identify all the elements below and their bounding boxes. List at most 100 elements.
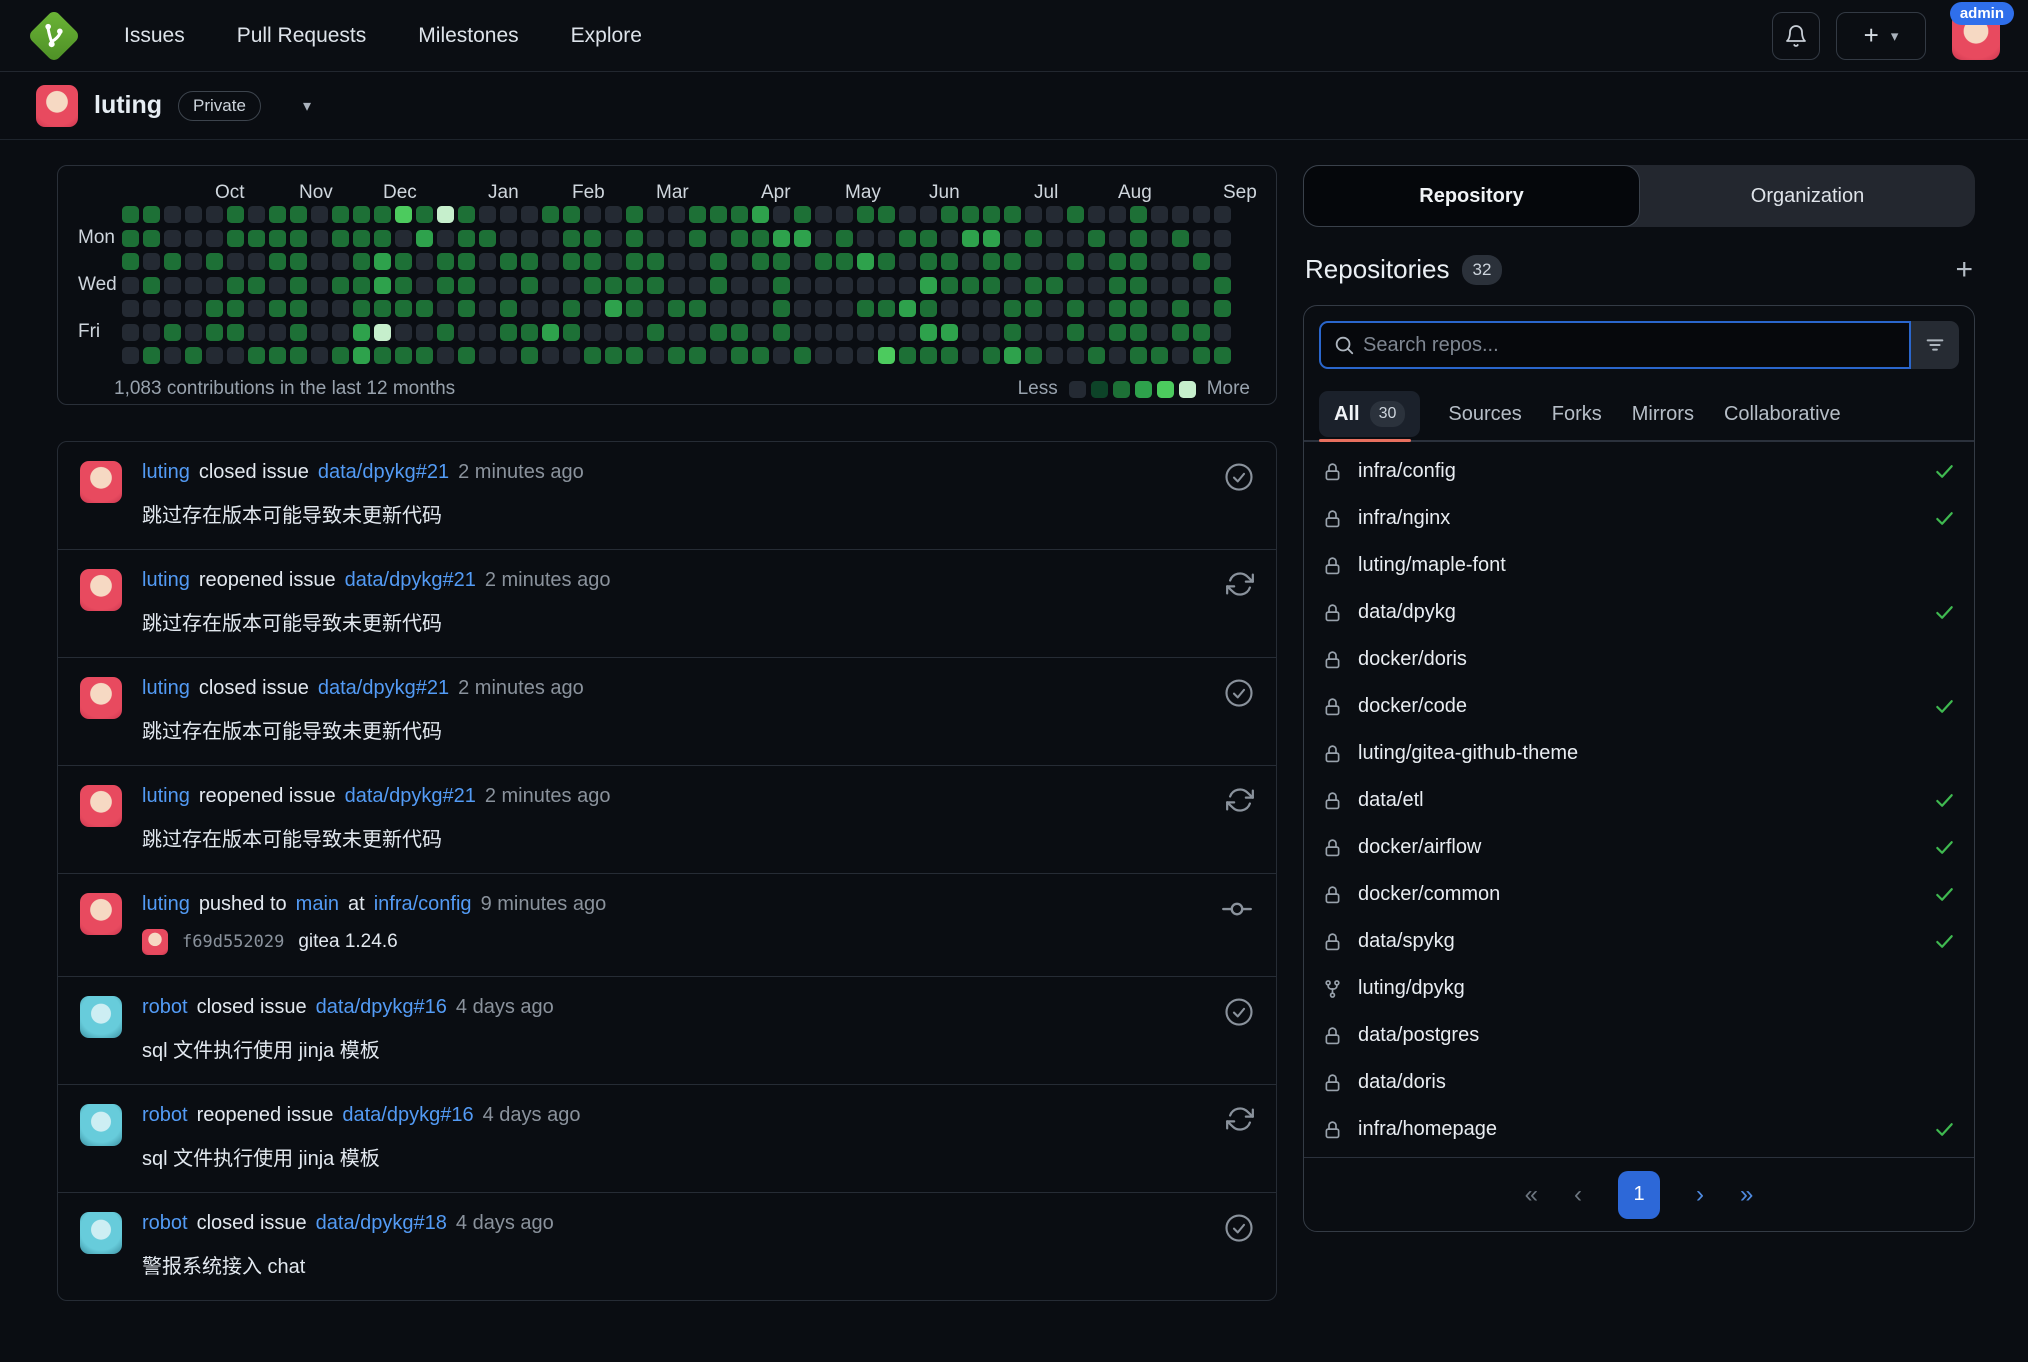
user-link[interactable]: robot [142,1104,188,1127]
target-link[interactable]: data/dpykg#21 [318,461,449,484]
heatmap-cell [374,253,391,270]
feed-entry-body: 跳过存在版本可能导致未更新代码 [142,613,442,635]
nav-link-issues[interactable]: Issues [124,24,185,48]
filter-tab-forks[interactable]: Forks [1550,393,1604,436]
issue-reopened-icon [1226,1105,1254,1139]
heatmap-cell [584,300,601,317]
target-link[interactable]: data/dpykg#21 [345,569,476,592]
target-link[interactable]: data/dpykg#21 [345,785,476,808]
target-link[interactable]: data/dpykg#16 [316,996,447,1019]
avatar[interactable] [80,1212,122,1254]
heatmap-cell [752,276,769,294]
repo-row[interactable]: docker/code [1304,683,1974,730]
top-navbar: Issues Pull Requests Milestones Explore … [0,0,2028,72]
target-link[interactable]: data/dpykg#18 [316,1212,447,1235]
notifications-button[interactable] [1772,11,1820,60]
repo-row[interactable]: docker/doris [1304,636,1974,683]
user-menu[interactable]: admin [1949,1,2014,60]
legend-more-label: More [1206,378,1250,399]
profile-switcher-caret[interactable]: ▾ [303,96,311,116]
repo-row[interactable]: infra/nginx [1304,495,1974,542]
heatmap-cell [164,253,181,270]
user-link[interactable]: luting [142,893,190,916]
avatar[interactable] [80,677,122,719]
heatmap-cell [164,276,181,294]
heatmap-cell [920,253,937,270]
tab-organization[interactable]: Organization [1640,165,1975,227]
target-link[interactable]: data/dpykg#16 [342,1104,473,1127]
target-link[interactable]: data/dpykg#21 [318,677,449,700]
heatmap-cell [227,253,244,270]
heatmap-cell [143,300,160,317]
feed-action-text: closed issue [196,996,307,1018]
repo-row[interactable]: docker/common [1304,871,1974,918]
heatmap-cell [437,229,454,247]
user-link[interactable]: luting [142,677,190,700]
filter-tab-collaborative[interactable]: Collaborative [1722,393,1843,436]
heatmap-cell [206,300,223,317]
heatmap-cell [395,323,412,341]
commit-sha-link[interactable]: f69d552029 [182,932,284,952]
heatmap-cell [773,276,790,294]
repo-list: infra/config infra/nginx luting/maple-font… [1304,442,1974,1157]
avatar[interactable] [80,1104,122,1146]
pagination-page-1[interactable]: 1 [1618,1170,1660,1219]
create-new-button[interactable]: + ▾ [1836,11,1926,60]
repo-filter-button[interactable] [1911,321,1959,369]
repo-row[interactable]: luting/dpykg [1304,965,1974,1012]
pagination-next[interactable]: › [1696,1181,1704,1209]
nav-link-milestones[interactable]: Milestones [418,24,518,48]
heatmap-cell [836,323,853,341]
repo-row[interactable]: docker/airflow [1304,824,1974,871]
user-link[interactable]: robot [142,996,188,1019]
repo-row[interactable]: data/dpykg [1304,589,1974,636]
user-link[interactable]: luting [142,785,190,808]
tab-repository[interactable]: Repository [1303,165,1640,227]
avatar[interactable] [80,569,122,611]
repo-row[interactable]: luting/maple-font [1304,542,1974,589]
feed-entry: luting pushed to main at infra/config 9 minut… [58,874,1276,977]
heatmap-cell [731,276,748,294]
pagination-first[interactable]: « [1525,1181,1538,1209]
avatar[interactable] [80,893,122,935]
heatmap-cell [185,323,202,341]
heatmap-cell [227,206,244,223]
heatmap-cell [1046,253,1063,270]
repo-row[interactable]: data/doris [1304,1059,1974,1106]
filter-tab-all[interactable]: All 30 [1319,391,1421,437]
filter-tab-mirrors[interactable]: Mirrors [1630,393,1696,436]
pagination-last[interactable]: » [1740,1181,1753,1209]
pagination-prev[interactable]: ‹ [1574,1181,1582,1209]
heatmap-cell [773,300,790,317]
heatmap-cell [857,206,874,223]
repo-row[interactable]: data/postgres [1304,1012,1974,1059]
search-input[interactable] [1363,333,1897,357]
repo-row[interactable]: data/etl [1304,777,1974,824]
heatmap-cell [962,253,979,270]
nav-link-explore[interactable]: Explore [571,24,642,48]
branch-link[interactable]: main [296,893,339,916]
avatar[interactable] [80,461,122,503]
heatmap-cell [353,323,370,341]
target-link[interactable]: infra/config [374,893,472,916]
profile-avatar[interactable] [36,84,78,127]
heatmap-cell [1172,300,1189,317]
repo-row[interactable]: infra/homepage [1304,1106,1974,1153]
repo-row[interactable]: infra/config [1304,448,1974,495]
repo-row[interactable]: luting/gitea-github-theme [1304,730,1974,777]
avatar[interactable] [80,996,122,1038]
nav-link-pull-requests[interactable]: Pull Requests [237,24,367,48]
user-link[interactable]: robot [142,1212,188,1235]
filter-tab-sources[interactable]: Sources [1446,393,1523,436]
gitea-logo[interactable] [27,8,81,63]
heatmap-cell [1109,229,1126,247]
profile-username[interactable]: luting [94,91,162,120]
heatmap-cell [857,276,874,294]
heatmap-cell [1025,323,1042,341]
user-link[interactable]: luting [142,461,190,484]
user-link[interactable]: luting [142,569,190,592]
repo-row[interactable]: data/spykg [1304,918,1974,965]
add-repository-button[interactable]: + [1955,254,1973,285]
avatar[interactable] [80,785,122,827]
heatmap-cell [1172,347,1189,364]
